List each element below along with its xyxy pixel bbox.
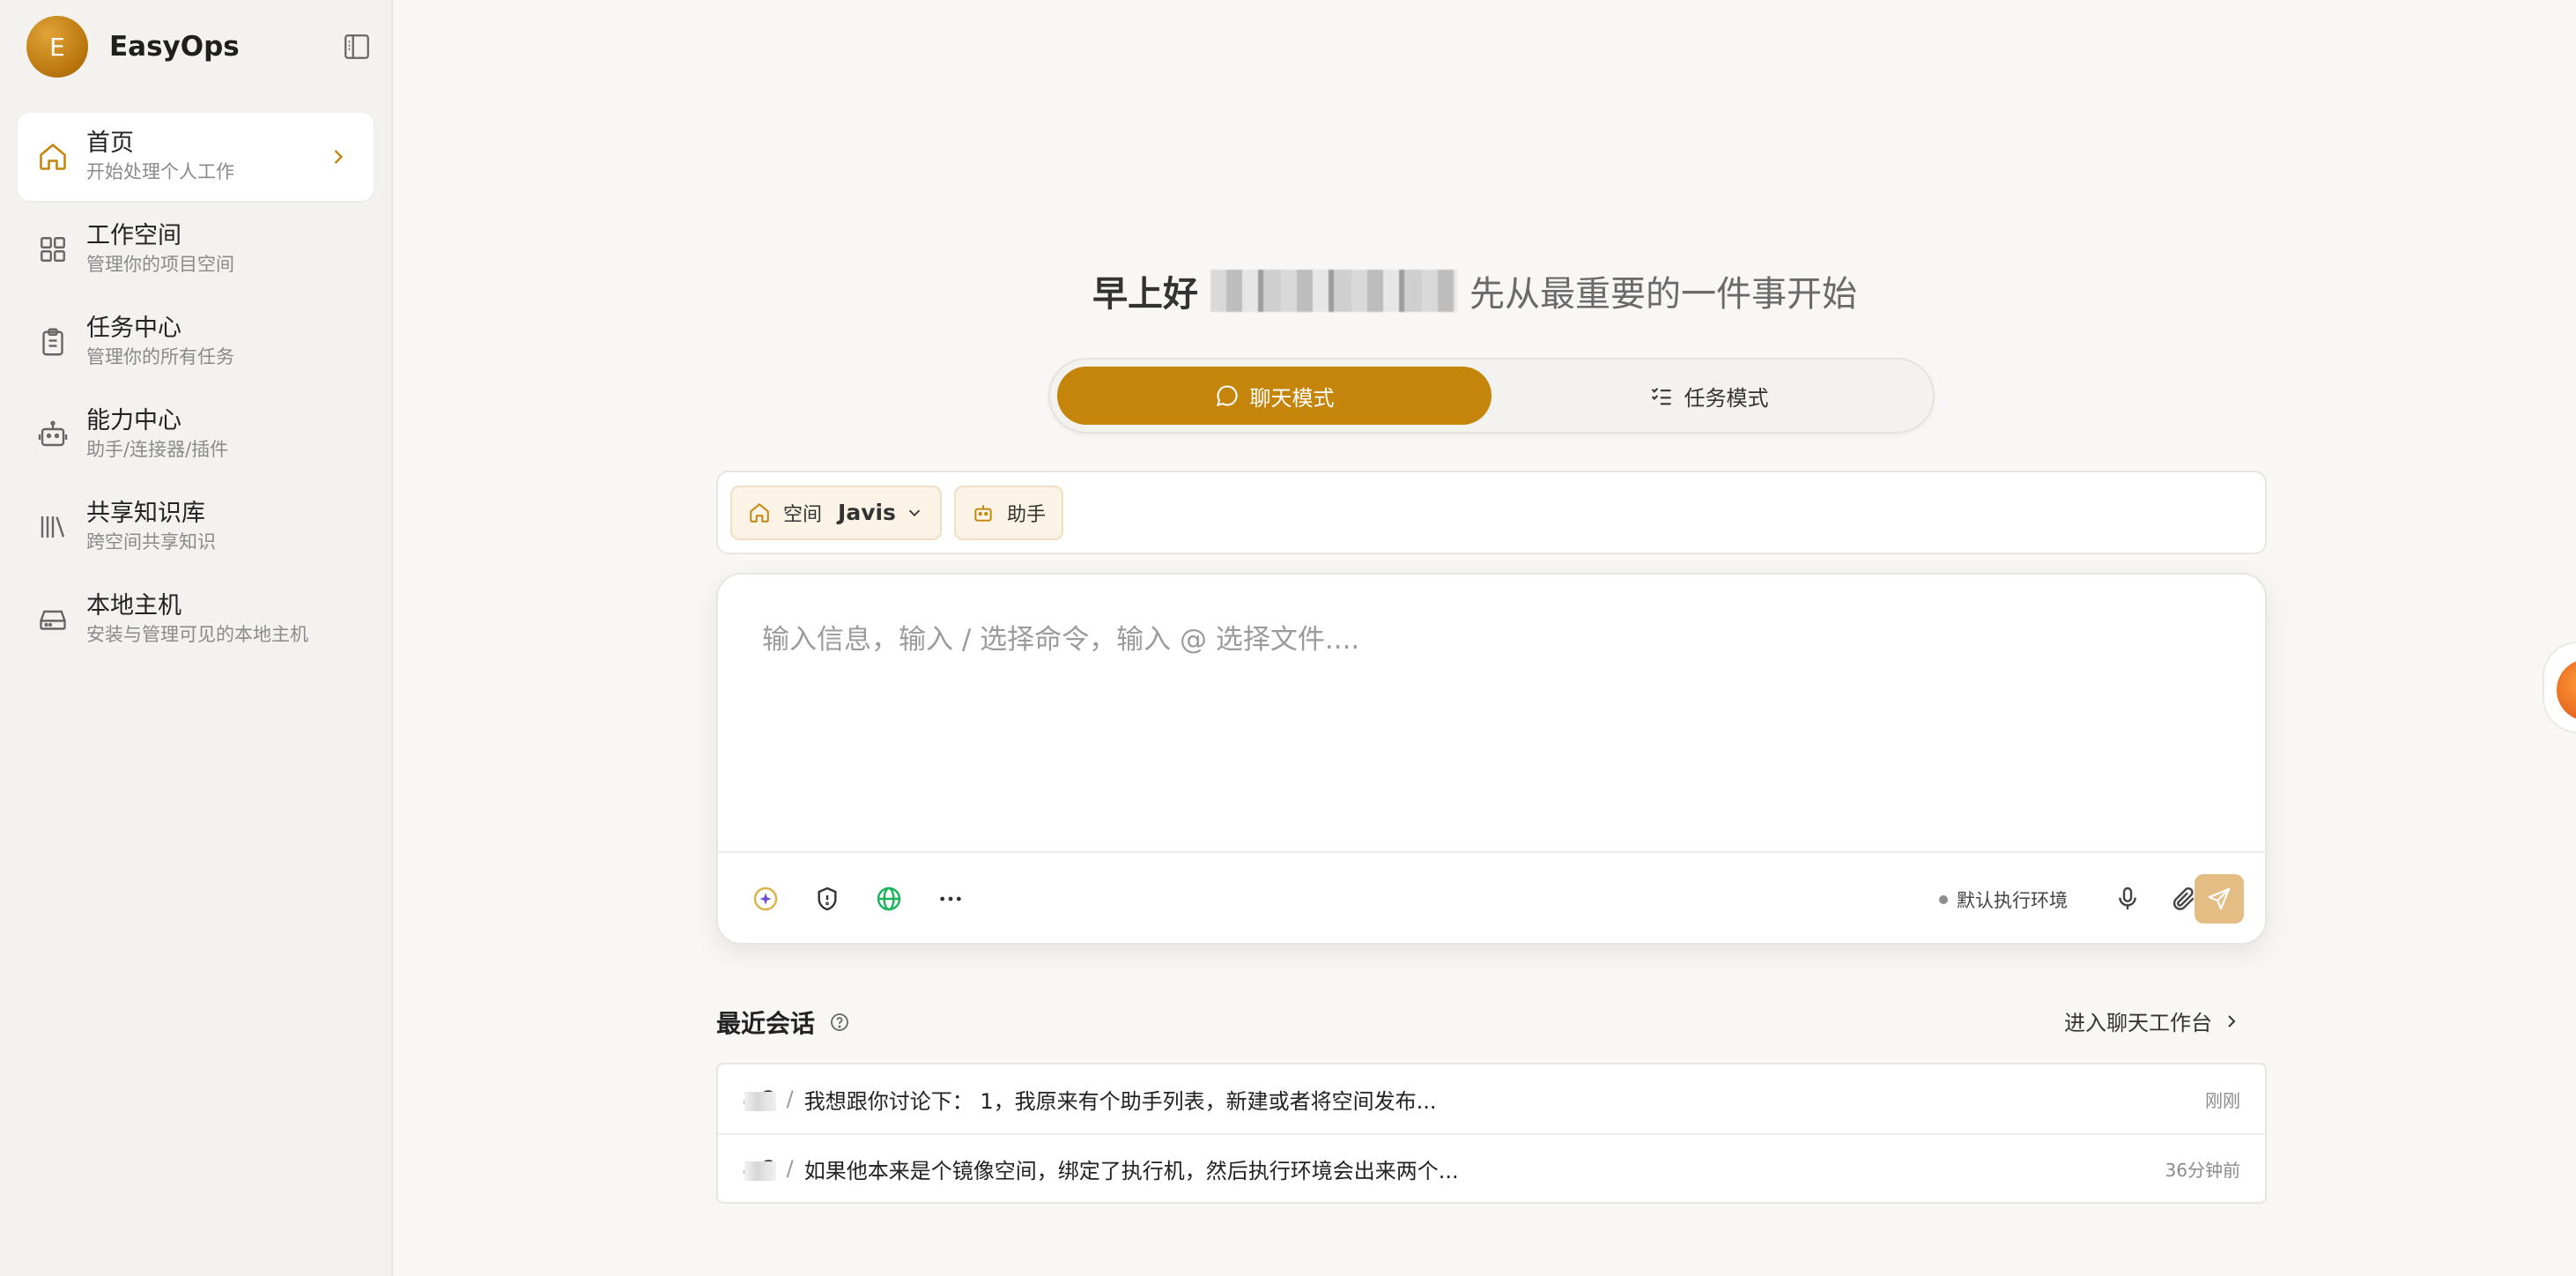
sidebar-item-title: 本地主机 xyxy=(86,592,181,619)
more-icon[interactable] xyxy=(933,881,968,916)
sidebar-item-title: 能力中心 xyxy=(86,407,181,434)
conversation-space: a 2 xyxy=(743,1087,776,1111)
conversation-text: 我想跟你讨论下： 1，我原来有个助手列表，新建或者将空间发布... xyxy=(803,1088,1437,1114)
sidebar-item-title: 工作空间 xyxy=(86,222,181,249)
sidebar-item-title: 共享知识库 xyxy=(86,500,205,527)
sidebar-item-tasks[interactable]: 任务中心 管理你的所有任务 xyxy=(18,298,374,386)
send-button[interactable] xyxy=(2195,874,2244,924)
sidebar-item-local-host[interactable]: 本地主机 安装与管理可见的本地主机 xyxy=(18,575,374,664)
message-input[interactable]: 输入信息，输入 / 选择命令，输入 @ 选择文件.... xyxy=(762,617,1359,657)
sidebar-item-knowledge[interactable]: 共享知识库 跨空间共享知识 xyxy=(18,483,374,571)
hard-drive-icon xyxy=(37,604,69,635)
conversation-text: 如果他本来是个镜像空间，绑定了执行机，然后执行环境会出来两个... xyxy=(803,1158,1459,1183)
env-label: 默认执行环境 xyxy=(1957,890,2068,911)
floating-assistant-avatar[interactable] xyxy=(2543,642,2576,733)
brand-logo: E xyxy=(26,16,88,78)
status-dot xyxy=(1939,895,1948,904)
home-icon xyxy=(37,141,69,173)
brand-name: EasyOps xyxy=(109,31,240,63)
redacted-username xyxy=(1210,270,1457,312)
chat-mode-label: 聊天模式 xyxy=(1249,385,1335,411)
sidebar-item-capabilities[interactable]: 能力中心 助手/连接器/插件 xyxy=(18,390,374,478)
sidebar-item-subtitle: 开始处理个人工作 xyxy=(86,161,234,182)
composer-divider xyxy=(718,851,2265,853)
greeting-prefix: 早上好 xyxy=(1092,274,1198,315)
chevron-right-icon xyxy=(326,145,351,169)
redaction xyxy=(744,1161,776,1181)
greeting-suffix: 先从最重要的一件事开始 xyxy=(1469,274,1857,315)
conversation-time: 36分钟前 xyxy=(2165,1159,2240,1181)
library-icon xyxy=(37,511,69,543)
globe-icon[interactable] xyxy=(871,881,907,916)
message-composer[interactable]: 输入信息，输入 / 选择命令，输入 @ 选择文件.... 默认执行环境 xyxy=(716,573,2267,945)
robot-icon xyxy=(37,419,69,450)
recent-title: 最近会话 xyxy=(716,1009,816,1038)
sidebar-item-home[interactable]: 首页 开始处理个人工作 xyxy=(18,113,374,201)
separator: / xyxy=(786,1087,794,1111)
send-icon xyxy=(2208,887,2231,910)
space-value: Javis xyxy=(838,500,896,525)
sidebar: E EasyOps 首页 开始处理个人工作 工作空间 管理你的项目空间 任务中心… xyxy=(0,0,393,1276)
context-bar: 空间 Javis 助手 xyxy=(716,471,2267,554)
task-mode-label: 任务模式 xyxy=(1684,385,1769,411)
sidebar-item-title: 任务中心 xyxy=(86,315,181,342)
chevron-right-icon xyxy=(2228,1014,2236,1027)
chevron-down-icon xyxy=(908,509,921,516)
sidebar-nav: 首页 开始处理个人工作 工作空间 管理你的项目空间 任务中心 管理你的所有任务 … xyxy=(18,113,374,668)
greeting: 早上好 先从最重要的一件事开始 xyxy=(1092,263,1857,319)
assistant-mascot-icon xyxy=(2557,659,2576,721)
checklist-icon xyxy=(1651,388,1670,405)
home-icon xyxy=(750,502,769,523)
shield-icon[interactable] xyxy=(810,881,845,916)
sidebar-item-workspace[interactable]: 工作空间 管理你的项目空间 xyxy=(18,205,374,293)
mode-switch: 聊天模式 任务模式 xyxy=(1048,358,1935,434)
grid-icon xyxy=(37,234,69,265)
separator: / xyxy=(786,1156,794,1181)
recent-link-label: 进入聊天工作台 xyxy=(2064,1011,2212,1035)
conversation-list: a 2 / 我想跟你讨论下： 1，我原来有个助手列表，新建或者将空间发布... … xyxy=(716,1063,2267,1204)
chat-bubble-icon xyxy=(1216,385,1238,406)
space-label: 空间 xyxy=(783,503,823,526)
robot-icon xyxy=(974,504,992,522)
conversation-row[interactable]: a 3 / 如果他本来是个镜像空间，绑定了执行机，然后执行环境会出来两个... … xyxy=(718,1133,2265,1202)
assistant-selector[interactable]: 助手 xyxy=(953,485,1063,540)
assistant-label: 助手 xyxy=(1006,503,1046,526)
sidebar-item-subtitle: 助手/连接器/插件 xyxy=(86,439,229,460)
sidebar-item-subtitle: 跨空间共享知识 xyxy=(86,531,216,553)
execution-environment[interactable]: 默认执行环境 xyxy=(1939,887,2068,913)
conversation-time: 刚刚 xyxy=(2205,1089,2240,1111)
sidebar-item-subtitle: 管理你的所有任务 xyxy=(86,346,234,367)
open-chat-workbench-link[interactable]: 进入聊天工作台 xyxy=(2064,1005,2242,1036)
redaction xyxy=(744,1092,776,1111)
sidebar-item-title: 首页 xyxy=(86,130,134,157)
task-mode-button[interactable]: 任务模式 xyxy=(1492,367,1926,425)
recent-conversations-header: 最近会话 xyxy=(716,1005,850,1040)
sparkle-icon[interactable] xyxy=(748,881,783,916)
conversation-row[interactable]: a 2 / 我想跟你讨论下： 1，我原来有个助手列表，新建或者将空间发布... … xyxy=(718,1065,2265,1133)
conversation-space: a 3 xyxy=(743,1156,776,1181)
sidebar-item-subtitle: 安装与管理可见的本地主机 xyxy=(86,624,308,645)
microphone-icon[interactable] xyxy=(2110,881,2145,916)
sidebar-collapse-icon[interactable] xyxy=(342,32,372,62)
space-selector[interactable]: 空间 Javis xyxy=(730,485,942,540)
help-icon[interactable] xyxy=(829,1012,850,1033)
clipboard-icon xyxy=(37,326,69,358)
chat-mode-button[interactable]: 聊天模式 xyxy=(1057,367,1492,425)
brand[interactable]: E EasyOps xyxy=(26,16,240,78)
sidebar-item-subtitle: 管理你的项目空间 xyxy=(86,254,234,275)
